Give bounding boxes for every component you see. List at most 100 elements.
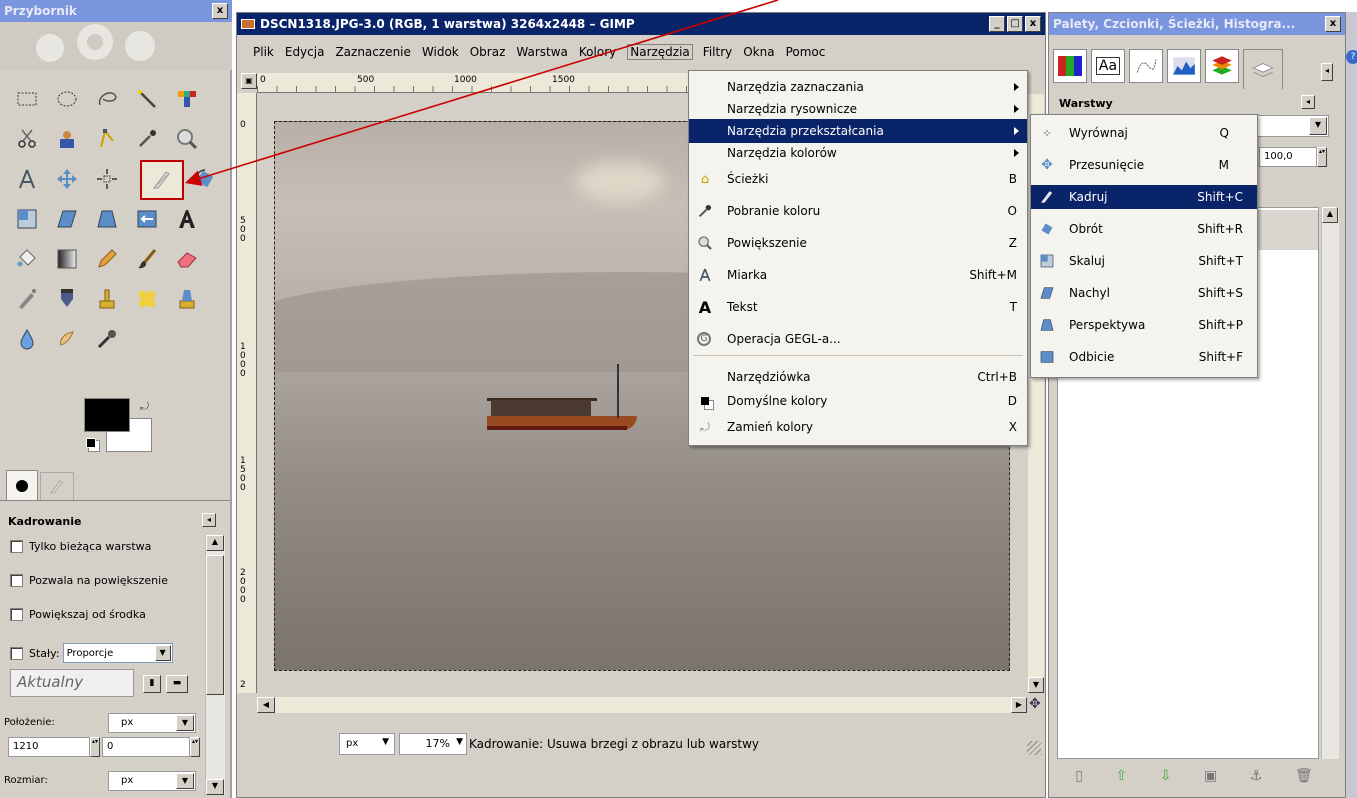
fixed-select[interactable]: Proporcje ▼ [62, 643, 173, 663]
tab-palette[interactable] [1053, 49, 1087, 83]
dock-titlebar[interactable]: Palety, Czcionki, Ścieżki, Histogra... x [1049, 13, 1345, 35]
tab-layers[interactable] [1205, 49, 1239, 83]
menu-filters[interactable]: Filtry [703, 45, 732, 59]
option-allow-growing[interactable]: Pozwala na powiększenie [10, 574, 168, 587]
default-colors-icon[interactable] [86, 438, 96, 448]
menu-item-gegl[interactable]: G Operacja GEGL-a... [689, 327, 1027, 351]
option-expand-from-center[interactable]: Powiększaj od środka [10, 608, 146, 621]
menu-view[interactable]: Widok [422, 45, 459, 59]
perspective-clone-tool-icon[interactable] [172, 284, 202, 314]
landscape-button[interactable]: ▬ [166, 675, 188, 693]
position-unit-select[interactable]: px ▼ [108, 713, 196, 733]
menu-item-default-colors[interactable]: Domyślne kolory D [689, 389, 1027, 413]
menu-item-transform-tools[interactable]: Narzędzia przekształcania [689, 119, 1027, 143]
menu-item-flip[interactable]: Odbicie Shift+F [1031, 345, 1257, 369]
scroll-left-button[interactable]: ◀ [257, 697, 275, 713]
vertical-ruler[interactable]: 0 5 0 0 1 0 0 0 1 5 0 0 2 0 0 0 2 [237, 93, 257, 693]
scroll-down-button[interactable]: ▼ [1028, 677, 1044, 693]
menu-layer[interactable]: Warstwa [516, 45, 568, 59]
dropdown-arrow-icon[interactable]: ▼ [382, 737, 389, 747]
scale-tool-icon[interactable] [12, 204, 42, 234]
menu-select[interactable]: Zaznaczenie [335, 45, 410, 59]
blend-tool-icon[interactable] [52, 244, 82, 274]
zoom-select[interactable]: 17% ▼ [399, 733, 467, 755]
tab-fonts[interactable]: Aa [1091, 49, 1125, 83]
dock-close-button[interactable]: x [1325, 16, 1341, 32]
layers-scrollbar[interactable]: ▲ [1321, 207, 1339, 759]
menu-image[interactable]: Obraz [470, 45, 506, 59]
checkbox[interactable] [10, 608, 23, 621]
options-scrollbar[interactable]: ▲ ▼ [205, 535, 225, 795]
menu-tools[interactable]: Narzędzia [627, 44, 693, 60]
scroll-thumb[interactable] [206, 555, 224, 695]
menu-item-perspective[interactable]: Perspektywa Shift+P [1031, 313, 1257, 337]
menu-item-color-tools[interactable]: Narzędzia kolorów [689, 141, 1027, 165]
scroll-right-button[interactable]: ▶ [1011, 697, 1027, 713]
move-tool-icon[interactable] [52, 164, 82, 194]
position-y-spinner[interactable]: ▴▾ [190, 737, 200, 757]
menu-item-measure[interactable]: Miarka Shift+M [689, 263, 1027, 287]
maximize-button[interactable]: □ [1007, 16, 1023, 32]
menu-file[interactable]: Plik [253, 45, 274, 59]
pencil-tool-icon[interactable] [92, 244, 122, 274]
raise-layer-icon[interactable]: ⇧ [1116, 768, 1128, 784]
menu-windows[interactable]: Okna [743, 45, 774, 59]
menu-item-rotate[interactable]: Obrót Shift+R [1031, 217, 1257, 241]
navigate-icon[interactable]: ✥ [1029, 697, 1045, 713]
delete-layer-icon[interactable]: 🗑 [1295, 768, 1313, 784]
paths-tool-icon[interactable] [92, 124, 122, 154]
scroll-up-button[interactable]: ▲ [206, 535, 224, 551]
foreground-color-swatch-front[interactable] [84, 398, 130, 432]
heal-tool-icon[interactable] [132, 284, 162, 314]
foreground-select-tool-icon[interactable] [52, 124, 82, 154]
swap-colors-icon[interactable]: ⤾ [140, 400, 149, 414]
eraser-tool-icon[interactable] [172, 244, 202, 274]
smudge-tool-icon[interactable] [52, 324, 82, 354]
position-y-input[interactable]: 0 [102, 737, 190, 757]
quick-mask-corner-button[interactable]: ▣ [241, 73, 257, 89]
color-picker-tool-icon[interactable] [132, 124, 162, 154]
menu-colors[interactable]: Kolory [579, 45, 616, 59]
menu-item-crop[interactable]: Kadruj Shift+C [1031, 185, 1257, 209]
dropdown-arrow-icon[interactable]: ▼ [176, 773, 194, 789]
rotate-tool-icon[interactable] [190, 164, 220, 194]
menu-item-selection-tools[interactable]: Narzędzia zaznaczania [689, 75, 1027, 99]
toolbox-close-button[interactable]: x [212, 3, 228, 19]
flip-tool-icon[interactable] [132, 204, 162, 234]
menu-edit[interactable]: Edycja [285, 45, 325, 59]
scroll-down-button[interactable]: ▼ [206, 779, 224, 795]
unit-select[interactable]: px ▼ [339, 733, 395, 755]
options-tab-active[interactable] [6, 470, 38, 500]
menu-item-toolbox[interactable]: Narzędziówka Ctrl+B [689, 365, 1027, 389]
dock-right-button[interactable]: ◂ [1321, 63, 1333, 81]
close-button[interactable]: x [1025, 16, 1041, 32]
text-tool-icon[interactable] [172, 204, 202, 234]
fuzzy-select-tool-icon[interactable] [132, 84, 162, 114]
dropdown-arrow-icon[interactable]: ▼ [456, 737, 463, 747]
dropdown-arrow-icon[interactable]: ▼ [154, 645, 171, 661]
option-fixed[interactable]: Stały: Proporcje ▼ [10, 643, 173, 663]
perspective-tool-icon[interactable] [92, 204, 122, 234]
paintbrush-tool-icon[interactable] [132, 244, 162, 274]
opacity-input[interactable]: 100,0 [1259, 147, 1317, 167]
layers-menu-button[interactable]: ◂ [1301, 95, 1315, 109]
position-x-input[interactable]: 1210 [8, 737, 90, 757]
ellipse-select-tool-icon[interactable] [52, 84, 82, 114]
menu-item-swap-colors[interactable]: ⤾ Zamień kolory X [689, 415, 1027, 439]
size-unit-select[interactable]: px ▼ [108, 771, 196, 791]
menu-help[interactable]: Pomoc [786, 45, 826, 59]
option-current-layer-only[interactable]: Tylko bieżąca warstwa [10, 540, 151, 553]
blur-tool-icon[interactable] [12, 324, 42, 354]
clone-tool-icon[interactable] [92, 284, 122, 314]
lasso-tool-icon[interactable] [92, 84, 122, 114]
align-tool-icon[interactable] [92, 164, 122, 194]
measure-tool-icon[interactable] [12, 164, 42, 194]
lower-layer-icon[interactable]: ⇩ [1160, 768, 1172, 784]
menu-item-zoom[interactable]: Powiększenie Z [689, 231, 1027, 255]
menu-item-paint-tools[interactable]: Narzędzia rysownicze [689, 97, 1027, 121]
shear-tool-icon[interactable] [52, 204, 82, 234]
checkbox[interactable] [10, 540, 23, 553]
checkbox[interactable] [10, 574, 23, 587]
crop-tool-icon[interactable] [140, 160, 184, 200]
resize-grip-icon[interactable] [1027, 741, 1041, 755]
